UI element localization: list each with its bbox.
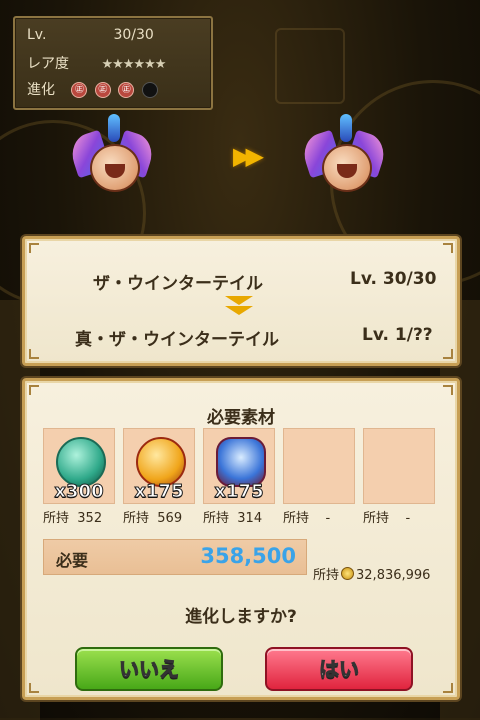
owned-money: 所持 32,836,996 xyxy=(313,564,430,583)
evolution-label: 進化 xyxy=(27,82,55,98)
material-owned-5: 所持 - xyxy=(363,511,411,526)
materials-panel: 必要素材 x300 x175 x175 所持 352 所持 569 所持 314… xyxy=(22,378,460,700)
blue-crest-icon xyxy=(216,437,266,487)
evolution-mark-1: ㊣ xyxy=(71,82,88,98)
material-slot-3[interactable]: x175 xyxy=(203,428,275,504)
evolution-to-name: 真・ザ・ウインターテイル xyxy=(75,330,279,350)
coin-icon xyxy=(341,567,355,580)
yes-button[interactable]: はい xyxy=(265,647,413,691)
evolution-from-name: ザ・ウインターテイル xyxy=(93,274,263,294)
level-row: Lv. 30/30 xyxy=(27,27,154,43)
material-owned-4: 所持 - xyxy=(283,511,331,526)
evolution-mark-3: ㊣ xyxy=(118,82,135,98)
evolution-mark-2: ㊣ xyxy=(94,82,111,98)
material-count: x175 xyxy=(214,481,264,503)
required-value: 358,500 xyxy=(200,544,296,568)
evolve-arrow-icon: ▶▶ xyxy=(233,142,264,170)
evolution-from-level: Lv. 30/30 xyxy=(350,269,437,289)
monster-status-card: Lv. 30/30 レア度 ★★★★★★ 進化 ㊣ ㊣ ㊣ xyxy=(13,16,213,110)
material-owned-1: 所持 352 xyxy=(43,511,103,526)
required-cost-bar: 必要 358,500 xyxy=(43,539,307,575)
monster-after-sprite xyxy=(298,114,390,194)
required-label: 必要 xyxy=(56,551,89,570)
materials-title: 必要素材 xyxy=(207,408,275,428)
no-button[interactable]: いいえ xyxy=(75,647,223,691)
down-arrow-icon xyxy=(223,296,255,316)
material-count: x300 xyxy=(54,481,104,503)
material-owned-2: 所持 569 xyxy=(123,511,183,526)
evolution-row: 進化 ㊣ ㊣ ㊣ xyxy=(27,79,161,99)
level-label: Lv. xyxy=(27,27,47,43)
level-value: 30/30 xyxy=(113,27,154,43)
evolution-to-level: Lv. 1/?? xyxy=(362,325,433,345)
rarity-stars: ★★★★★★ xyxy=(101,57,166,72)
material-owned-3: 所持 314 xyxy=(203,511,263,526)
evolution-mark-empty xyxy=(141,82,158,98)
monster-before-sprite xyxy=(66,114,158,194)
owned-money-value: 32,836,996 xyxy=(356,568,431,583)
material-slot-4-empty xyxy=(283,428,355,504)
gold-medal-icon xyxy=(136,437,186,487)
owned-money-label: 所持 xyxy=(313,568,340,583)
confirm-question: 進化しますか? xyxy=(185,607,297,627)
rarity-label: レア度 xyxy=(27,56,69,72)
evolution-panel: ザ・ウインターテイル Lv. 30/30 真・ザ・ウインターテイル Lv. 1/… xyxy=(22,236,460,366)
material-slot-1[interactable]: x300 xyxy=(43,428,115,504)
green-medal-icon xyxy=(56,437,106,487)
rarity-row: レア度 ★★★★★★ xyxy=(27,53,166,73)
material-count: x175 xyxy=(134,481,184,503)
material-slot-5-empty xyxy=(363,428,435,504)
material-slot-2[interactable]: x175 xyxy=(123,428,195,504)
shield-emblem-icon xyxy=(275,28,345,104)
